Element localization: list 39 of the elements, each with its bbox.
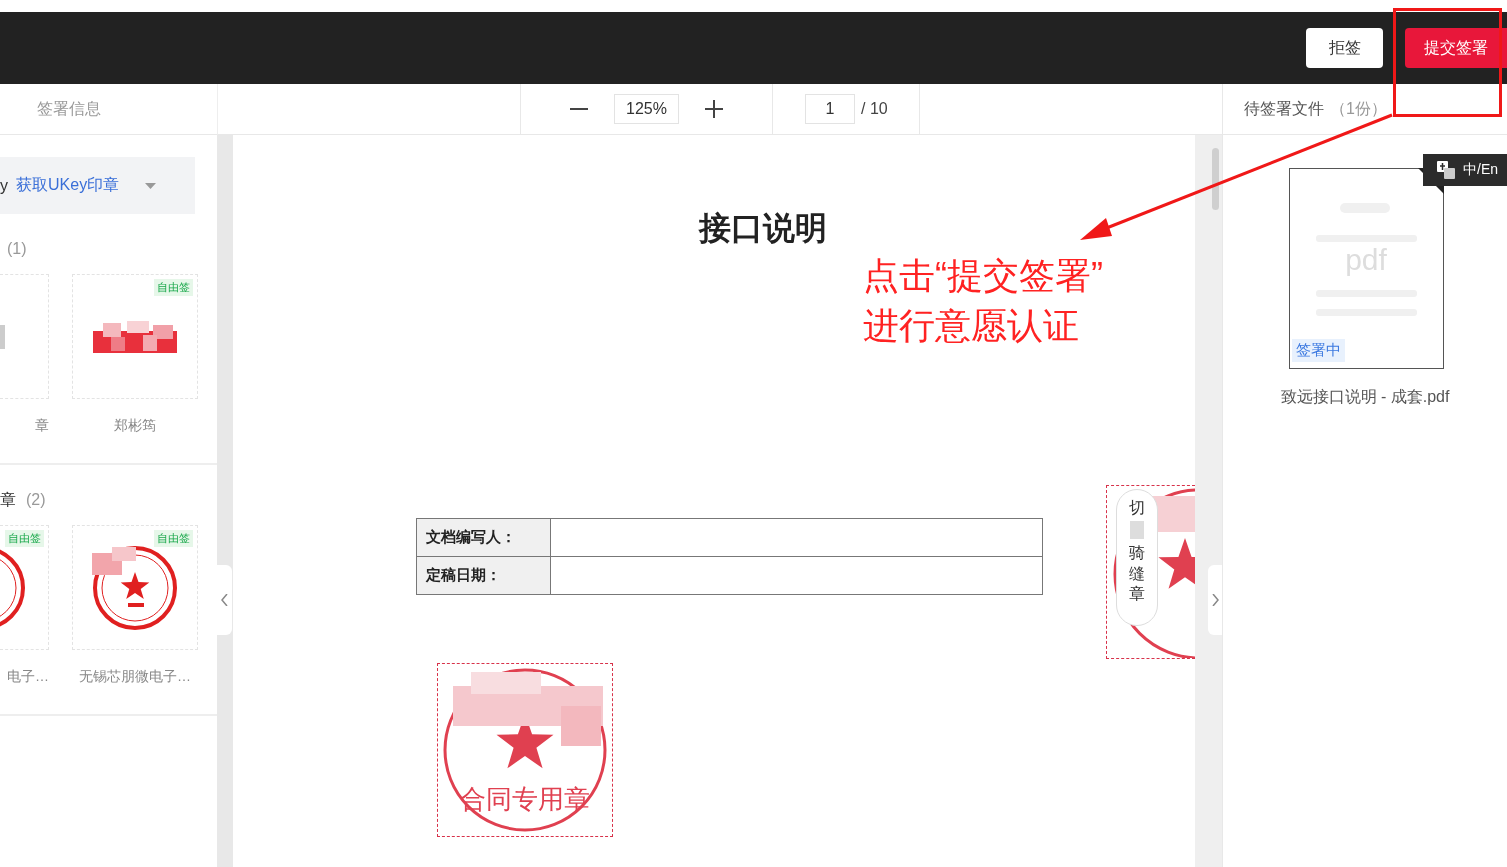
annotation-text: 点击“提交签署”	[863, 254, 1103, 298]
page-field[interactable]: 1	[805, 94, 855, 124]
collapse-tab[interactable]	[217, 565, 232, 635]
ukey-label: y	[0, 176, 8, 195]
status-badge: 签署中	[1291, 339, 1345, 362]
seam-seal-button[interactable]: 切 骑缝章	[1116, 489, 1158, 626]
submit-button[interactable]: 提交签署	[1405, 28, 1507, 68]
seal-name: 章	[35, 417, 49, 435]
annotation-text: 进行意愿认证	[863, 304, 1080, 348]
panel-title: 待签署文件	[1244, 98, 1324, 119]
chevron-right-icon	[1211, 594, 1219, 606]
page-total: / 10	[861, 100, 888, 118]
table-label: 文档编写人：	[416, 518, 551, 557]
group-count: (1)	[7, 240, 27, 258]
group-count: (2)	[26, 491, 46, 509]
seal-drawing	[0, 324, 6, 349]
free-sign-tag: 自由签	[154, 279, 193, 296]
seal-name: 无锡芯朋微电子…	[79, 668, 191, 686]
free-sign-tag: 自由签	[154, 530, 193, 547]
file-count: （1份）	[1330, 98, 1387, 119]
table-label: 定稿日期：	[416, 556, 551, 595]
seal-card[interactable]	[0, 274, 49, 399]
seal-name: 电子…	[7, 668, 49, 686]
free-sign-tag: 自由签	[5, 530, 44, 547]
zoom-field[interactable]: 125%	[614, 94, 679, 124]
ukey-selector[interactable]: y 获取UKey印章	[0, 157, 195, 214]
file-name: 致远接口说明 - 成套.pdf	[1280, 387, 1450, 407]
scrollbar-thumb[interactable]	[1212, 148, 1219, 210]
collapse-tab[interactable]	[1208, 565, 1222, 635]
translate-icon	[1437, 161, 1455, 179]
caret-icon	[145, 182, 157, 189]
zoom-in-icon	[705, 100, 723, 118]
ukey-link[interactable]: 获取UKey印章	[16, 175, 120, 196]
chevron-left-icon	[220, 594, 229, 606]
group-title: 章	[0, 489, 16, 510]
seal-name: 郑彬筠	[114, 417, 156, 435]
document-title: 接口说明	[697, 208, 828, 249]
panel-title: 签署信息	[37, 98, 101, 119]
reject-button[interactable]: 拒签	[1306, 28, 1383, 68]
